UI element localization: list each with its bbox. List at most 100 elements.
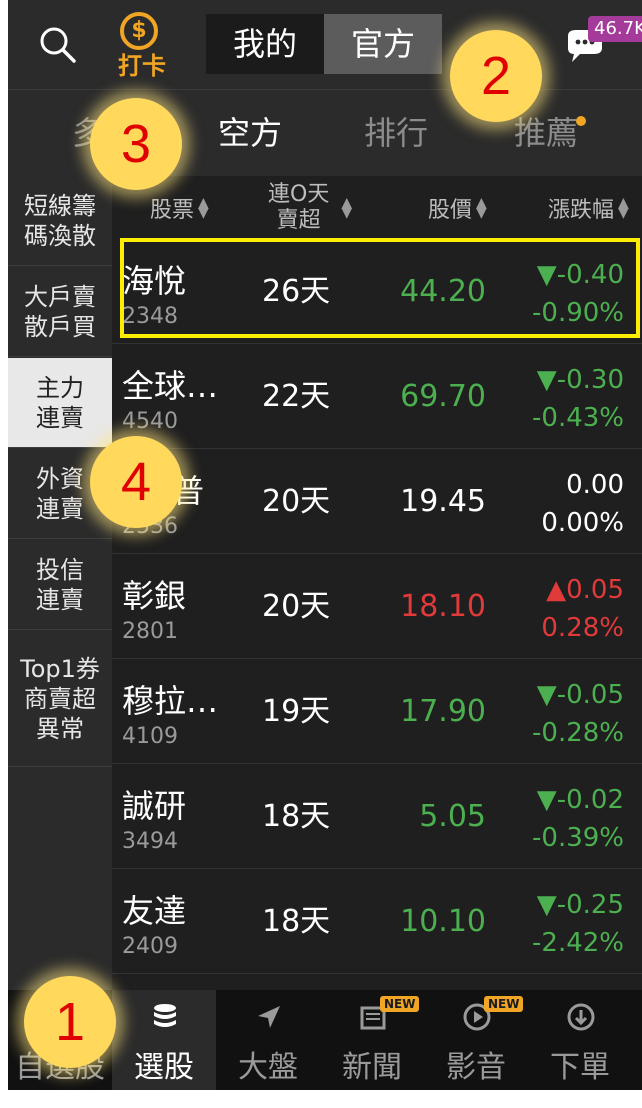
stock-name: 誠研 bbox=[122, 787, 187, 825]
header-days-line2: 賣超 bbox=[276, 208, 321, 233]
download-icon bbox=[567, 1003, 595, 1031]
source-segment: 我的 官方 bbox=[206, 14, 442, 74]
price-change: ▼-0.25 bbox=[536, 890, 624, 920]
stock-name: 穆拉… bbox=[122, 682, 219, 720]
stock-price: 19.45 bbox=[400, 484, 486, 519]
callout-3: 3 bbox=[90, 98, 182, 190]
nav-label: 新聞 bbox=[342, 1050, 402, 1085]
segment-official[interactable]: 官方 bbox=[324, 14, 442, 74]
nav-market[interactable]: 大盤 bbox=[216, 990, 320, 1090]
search-icon[interactable] bbox=[38, 25, 78, 65]
table-row[interactable]: 穆拉… 4109 19天 17.90 ▼-0.05 -0.28% bbox=[112, 660, 642, 764]
header-change[interactable]: 漲跌幅 ▲ ▼ bbox=[548, 176, 629, 240]
stock-code: 4540 bbox=[122, 409, 178, 434]
price-change-pct: -2.42% bbox=[532, 928, 624, 958]
sidebar-item-label: 主力 連賣 bbox=[36, 373, 84, 432]
sell-days: 18天 bbox=[262, 799, 331, 834]
sidebar-item-top1-broker[interactable]: Top1券 商賣超 異常 bbox=[8, 631, 112, 767]
top-bar: $ 打卡 我的 官方 46.7K bbox=[8, 0, 642, 90]
tab-recommend-label: 推薦 bbox=[514, 114, 579, 152]
sidebar-item-trust[interactable]: 投信 連賣 bbox=[8, 540, 112, 630]
header-change-label: 漲跌幅 bbox=[548, 198, 615, 223]
stock-price: 17.90 bbox=[400, 694, 486, 729]
sort-icon: ▲ ▼ bbox=[476, 195, 487, 221]
nav-label: 影音 bbox=[446, 1050, 506, 1085]
sidebar-item-main-force[interactable]: 主力 連賣 bbox=[8, 358, 112, 448]
sell-days: 20天 bbox=[262, 484, 331, 519]
stock-price: 10.10 bbox=[400, 904, 486, 939]
stock-price: 18.10 bbox=[400, 589, 486, 624]
sort-icon: ▲ ▼ bbox=[341, 195, 353, 221]
table-row[interactable]: 全球… 4540 22天 69.70 ▼-0.30 -0.43% bbox=[112, 345, 642, 449]
header-stock[interactable]: 股票 ▲ ▼ bbox=[150, 176, 209, 240]
price-change-pct: 0.28% bbox=[541, 613, 624, 643]
stock-name: 全球… bbox=[122, 367, 219, 405]
nav-news[interactable]: NEW 新聞 bbox=[320, 990, 424, 1090]
checkin-label: 打卡 bbox=[118, 52, 166, 80]
sidebar-item-label: 大戶賣 散戶買 bbox=[24, 282, 96, 341]
nav-label: 大盤 bbox=[238, 1050, 298, 1085]
price-change: ▼-0.30 bbox=[536, 365, 624, 395]
notification-dot bbox=[576, 116, 587, 126]
price-change: 0.00 bbox=[566, 470, 624, 500]
highlight-box bbox=[120, 238, 640, 338]
stock-code: 3494 bbox=[122, 829, 178, 854]
price-change-pct: 0.00% bbox=[541, 508, 624, 538]
header-stock-label: 股票 bbox=[150, 198, 195, 223]
arrow-icon bbox=[258, 1006, 280, 1028]
header-days-line1: 連O天 bbox=[268, 182, 330, 207]
app-root: $ 打卡 我的 官方 46.7K 多 空方 排行 推薦 短線籌 碼渙散 大戶賣 … bbox=[8, 0, 642, 1090]
checkin-button[interactable]: $ 打卡 bbox=[106, 12, 176, 80]
stock-code: 2801 bbox=[122, 619, 178, 644]
chat-count-badge: 46.7K bbox=[588, 16, 642, 42]
nav-stock-picker[interactable]: 選股 bbox=[112, 990, 216, 1090]
table-row[interactable]: 彰銀 2801 20天 18.10 ▲0.05 0.28% bbox=[112, 555, 642, 659]
table-row[interactable]: 普 2536 20天 19.45 0.00 0.00% bbox=[112, 450, 642, 554]
callout-1: 1 bbox=[24, 976, 116, 1068]
nav-label: 下單 bbox=[550, 1050, 610, 1085]
price-change-pct: -0.28% bbox=[532, 718, 624, 748]
sell-days: 19天 bbox=[262, 694, 331, 729]
price-change-pct: -0.39% bbox=[532, 823, 624, 853]
segment-mine[interactable]: 我的 bbox=[206, 14, 324, 74]
tab-short[interactable]: 空方 bbox=[218, 90, 282, 176]
header-days[interactable]: 連O天 賣超 ▲ ▼ bbox=[268, 176, 352, 240]
sidebar-item-label: 投信 連賣 bbox=[36, 555, 84, 614]
tab-ranking[interactable]: 排行 bbox=[364, 90, 428, 176]
price-change-pct: -0.43% bbox=[532, 403, 624, 433]
table-row[interactable]: 誠研 3494 18天 5.05 ▼-0.02 -0.39% bbox=[112, 765, 642, 869]
callout-2: 2 bbox=[450, 30, 542, 122]
new-badge: NEW bbox=[380, 996, 420, 1012]
price-change: ▼-0.05 bbox=[536, 680, 624, 710]
coin-icon: $ bbox=[120, 12, 158, 50]
stock-price: 69.70 bbox=[400, 379, 486, 414]
strategy-sidebar: 短線籌 碼渙散 大戶賣 散戶買 主力 連賣 外資 連賣 投信 連賣 Top1券 … bbox=[8, 176, 112, 990]
nav-label: 選股 bbox=[134, 1050, 194, 1085]
stock-list: 海悅 2348 26天 44.20 ▼-0.40 -0.90% 全球… 4540 22… bbox=[112, 240, 642, 990]
sidebar-item-label: 短線籌 碼渙散 bbox=[24, 191, 96, 250]
stock-name: 友達 bbox=[122, 892, 187, 930]
sidebar-item-label: Top1券 商賣超 異常 bbox=[20, 654, 100, 743]
database-icon bbox=[154, 1004, 176, 1027]
table-row[interactable]: 友達 2409 18天 10.10 ▼-0.25 -2.42% bbox=[112, 870, 642, 974]
sell-days: 22天 bbox=[262, 379, 331, 414]
sidebar-item-short-chip[interactable]: 短線籌 碼渙散 bbox=[8, 176, 112, 266]
header-price[interactable]: 股價 ▲ ▼ bbox=[428, 176, 487, 240]
table-header: 股票 ▲ ▼ 連O天 賣超 ▲ ▼ 股價 ▲ ▼ 漲跌幅 ▲ ▼ bbox=[112, 176, 642, 240]
nav-video[interactable]: NEW 影音 bbox=[424, 990, 528, 1090]
stock-price: 5.05 bbox=[419, 799, 486, 834]
stock-code: 2409 bbox=[122, 934, 178, 959]
new-badge: NEW bbox=[484, 996, 524, 1012]
price-change: ▼-0.02 bbox=[536, 785, 624, 815]
sort-icon: ▲ ▼ bbox=[618, 195, 629, 221]
header-price-label: 股價 bbox=[428, 198, 473, 223]
sidebar-item-big-sell[interactable]: 大戶賣 散戶買 bbox=[8, 267, 112, 357]
callout-4: 4 bbox=[90, 436, 182, 528]
sell-days: 18天 bbox=[262, 904, 331, 939]
sell-days: 20天 bbox=[262, 589, 331, 624]
stock-code: 4109 bbox=[122, 724, 178, 749]
nav-order[interactable]: 下單 bbox=[528, 990, 632, 1090]
price-change: ▲0.05 bbox=[546, 575, 624, 605]
stock-name: 彰銀 bbox=[122, 577, 187, 615]
sort-icon: ▲ ▼ bbox=[198, 195, 209, 221]
